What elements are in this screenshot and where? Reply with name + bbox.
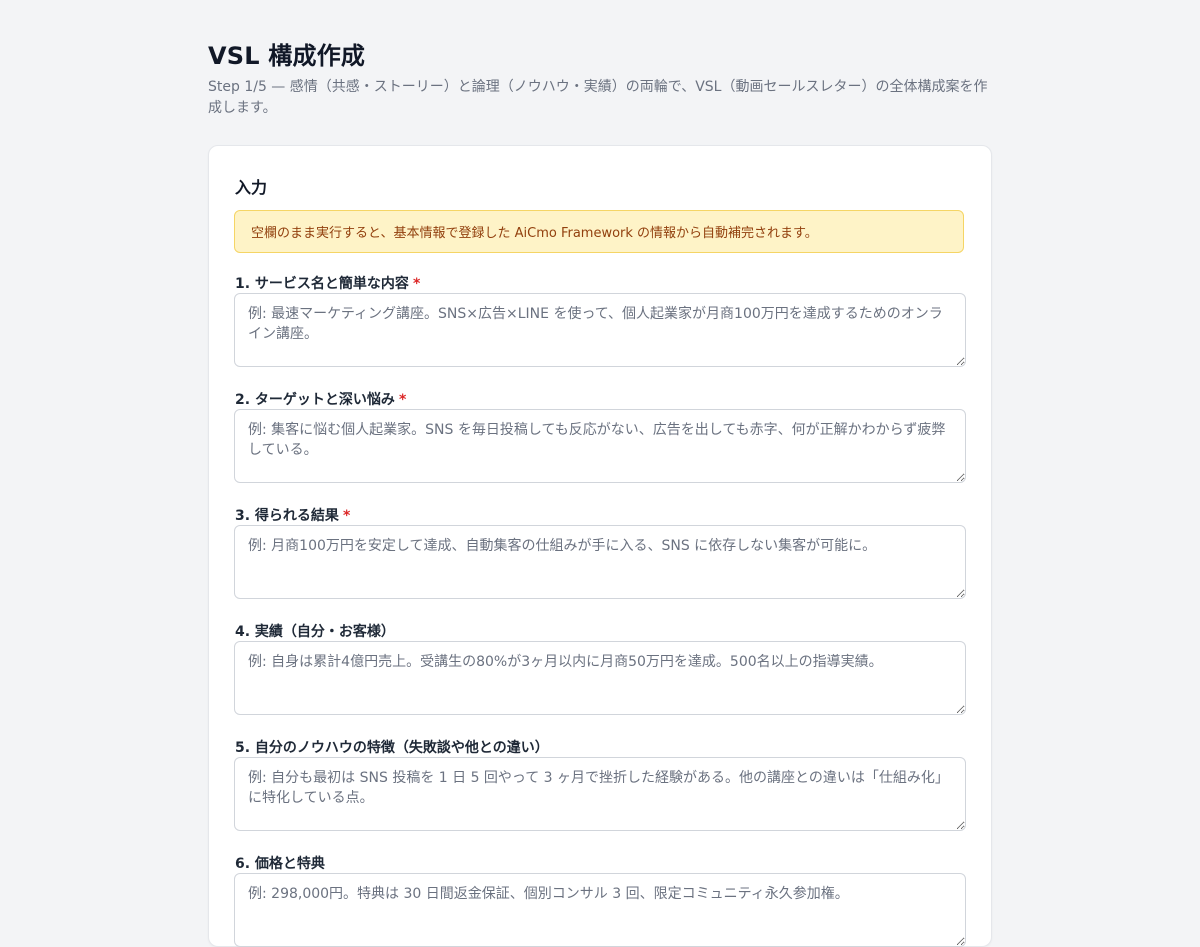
field-label-text: 1. サービス名と簡単な内容 xyxy=(235,276,409,292)
field-label-text: 6. 価格と特典 xyxy=(235,856,325,872)
input-card: 入力 空欄のまま実行すると、基本情報で登録した AiCmo Framework … xyxy=(208,145,992,947)
field-label-text: 5. 自分のノウハウの特徴（失敗談や他との違い） xyxy=(235,740,549,756)
required-mark: * xyxy=(342,508,351,524)
field-label-text: 4. 実績（自分・お客様） xyxy=(235,624,395,640)
field-label-text: 2. ターゲットと深い悩み xyxy=(235,392,395,408)
required-mark: * xyxy=(398,392,407,408)
required-mark: * xyxy=(412,276,421,292)
field-label: 2. ターゲットと深い悩み * xyxy=(235,389,406,409)
achievements-input[interactable] xyxy=(234,641,966,715)
service-input[interactable] xyxy=(234,293,966,367)
field-label: 6. 価格と特典 xyxy=(235,853,325,873)
field-label: 4. 実績（自分・お客様） xyxy=(235,621,395,641)
card-title: 入力 xyxy=(235,178,268,197)
knowhow-input[interactable] xyxy=(234,757,966,831)
field-label: 5. 自分のノウハウの特徴（失敗談や他との違い） xyxy=(235,737,549,757)
price-input[interactable] xyxy=(234,873,966,947)
field-label: 3. 得られる結果 * xyxy=(235,505,350,525)
field-label-text: 3. 得られる結果 xyxy=(235,508,339,524)
field-label: 1. サービス名と簡単な内容 * xyxy=(235,273,420,293)
target-input[interactable] xyxy=(234,409,966,483)
autofill-notice: 空欄のまま実行すると、基本情報で登録した AiCmo Framework の情報… xyxy=(234,210,964,253)
page-title: VSL 構成作成 xyxy=(208,42,366,70)
page-subtitle: Step 1/5 — 感情（共感・ストーリー）と論理（ノウハウ・実績）の両輪で、… xyxy=(208,79,988,116)
result-input[interactable] xyxy=(234,525,966,599)
